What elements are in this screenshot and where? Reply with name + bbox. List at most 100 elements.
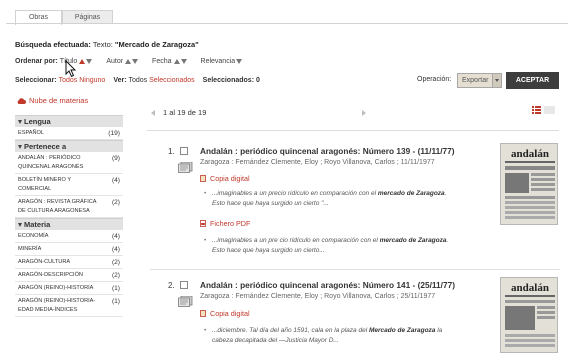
subject-cloud-link[interactable]: Nube de materias — [17, 96, 88, 105]
facet-item-count: (1) — [111, 285, 120, 292]
digital-copy-icon — [200, 310, 206, 317]
sort-descending-icon[interactable] — [180, 59, 187, 64]
sort-option-relevance-label: Relevancia — [200, 58, 236, 65]
facet-item-name: ECONOMÍA — [18, 233, 49, 239]
facet-item[interactable]: ARAGÓN : REVISTA GRÁFICA DE CULTURA ARAG… — [15, 196, 123, 218]
sort-descending-icon[interactable] — [236, 59, 243, 64]
pdf-icon — [200, 220, 206, 227]
result-thumbnail[interactable]: andalán — [500, 277, 558, 353]
result-tabs: Obras Páginas — [15, 10, 113, 25]
facet-sidebar: Lengua ESPAÑOL (19) Pertenece a ANDALÁN … — [15, 115, 123, 317]
facet-item-count: (1) — [111, 298, 120, 305]
facet-item-name: ARAGÓN (REINO)-HISTORIA — [18, 285, 94, 291]
facet-item-count: (4) — [111, 246, 120, 253]
sort-option-author-label: Autor — [106, 58, 124, 65]
result-title[interactable]: Andalán : periódico quincenal aragonés: … — [200, 146, 500, 156]
newspaper-icon — [178, 162, 193, 173]
results-pager: 1 al 19 de 19 — [147, 104, 559, 122]
digital-copy-label: Copia digital — [210, 309, 250, 318]
selected-count: 0 — [255, 77, 260, 84]
facet-item-count: (19) — [108, 130, 120, 137]
select-none-link[interactable]: Ninguno — [79, 77, 105, 84]
facet-item[interactable]: ARAGÓN (REINO)-HISTORIA-EDAD MEDIA-ÍNDIC… — [15, 295, 123, 317]
facet-item[interactable]: ARAGÓN (REINO)-HISTORIA (1) — [15, 282, 123, 295]
grid-view-icon[interactable] — [544, 106, 555, 114]
facet-header-belongs-to[interactable]: Pertenece a — [15, 140, 123, 152]
facet-header-language[interactable]: Lengua — [15, 115, 123, 127]
digital-copy-label: Copia digital — [210, 174, 250, 183]
facet-item-count: (4) — [111, 177, 120, 184]
next-page-icon[interactable] — [362, 110, 366, 116]
divider — [150, 269, 560, 270]
sort-ascending-icon[interactable] — [79, 59, 86, 64]
pdf-file-link[interactable]: Fichero PDF — [200, 219, 250, 228]
facet-item-name: ANDALÁN : PERIÓDICO QUINCENAL ARAGONÉS — [18, 155, 84, 170]
sort-descending-icon[interactable] — [132, 59, 139, 64]
sort-ascending-icon[interactable] — [125, 59, 132, 64]
view-label: Ver: — [113, 77, 127, 84]
facet-item[interactable]: ESPAÑOL (19) — [15, 127, 123, 140]
facet-item-name: ARAGÓN : REVISTA GRÁFICA DE CULTURA ARAG… — [18, 199, 97, 214]
sort-option-date[interactable]: Fecha — [152, 58, 187, 65]
sort-descending-icon[interactable] — [86, 59, 93, 64]
facet-header-label: Lengua — [24, 116, 51, 126]
facet-item-count: (4) — [111, 233, 120, 240]
operation-select[interactable]: Exportar — [457, 73, 502, 88]
facet-item-count: (9) — [111, 155, 120, 162]
facet-item-name: ARAGÓN-CULTURA — [18, 259, 71, 265]
collapse-icon — [18, 222, 22, 227]
result-author: Zaragoza : Fernández Clemente, Eloy ; Ro… — [200, 159, 435, 166]
result-snippet: • ...imaginables a un precio ridículo en … — [204, 190, 447, 207]
select-all-link[interactable]: Todos — [59, 77, 78, 84]
sort-option-author[interactable]: Autor — [106, 58, 139, 65]
sort-option-relevance[interactable]: Relevancia — [201, 58, 243, 65]
previous-page-icon[interactable] — [151, 110, 155, 116]
result-author: Zaragoza : Fernández Clemente, Eloy ; Ro… — [200, 293, 436, 300]
newspaper-thumbnail-image: andalán — [501, 144, 557, 224]
cloud-icon — [17, 97, 26, 104]
tab-pages[interactable]: Páginas — [62, 10, 113, 24]
svg-text:andalán: andalán — [511, 148, 549, 160]
search-query: "Mercado de Zaragoza" — [114, 40, 199, 49]
facet-header-label: Materia — [24, 219, 51, 229]
result-title[interactable]: Andalán : periódico quincenal aragonés: … — [200, 280, 500, 290]
selected-count-label: Seleccionados: — [202, 77, 255, 84]
facet-item-name: ARAGÓN (REINO)-HISTORIA-EDAD MEDIA-ÍNDIC… — [18, 298, 96, 313]
panel-border — [6, 23, 568, 24]
result-checkbox[interactable] — [180, 281, 188, 289]
facet-item[interactable]: ECONOMÍA (4) — [15, 230, 123, 243]
view-selected-link[interactable]: Seleccionados — [149, 77, 195, 84]
facet-item-name: MINERÍA — [18, 246, 42, 252]
result-snippet: • ...diciembre. Tal día del año 1591, cal… — [204, 327, 443, 344]
sort-ascending-icon[interactable] — [173, 59, 180, 64]
facet-item[interactable]: ARAGÓN-DESCRIPCIÓN (2) — [15, 269, 123, 282]
view-all-link[interactable]: Todos — [129, 77, 148, 84]
pdf-file-label: Fichero PDF — [210, 219, 251, 228]
pager-text: 1 al 19 de 19 — [163, 108, 207, 117]
subject-cloud-label: Nube de materias — [29, 96, 89, 105]
facet-item[interactable]: BOLETÍN MINERO Y COMERCIAL (4) — [15, 174, 123, 196]
digital-copy-link[interactable]: Copia digital — [200, 174, 250, 183]
svg-text:andalán: andalán — [511, 282, 549, 294]
list-view-icon[interactable] — [532, 106, 541, 114]
newspaper-icon — [178, 296, 193, 307]
result-thumbnail[interactable]: andalán — [500, 143, 558, 225]
operation-select-value: Exportar — [462, 77, 489, 84]
result-number: 2. — [168, 281, 175, 290]
accept-button[interactable]: ACEPTAR — [506, 72, 559, 89]
search-summary-label: Búsqueda efectuada: — [15, 40, 91, 49]
collapse-icon — [18, 119, 22, 124]
facet-item[interactable]: ANDALÁN : PERIÓDICO QUINCENAL ARAGONÉS (… — [15, 152, 123, 174]
facet-item[interactable]: ARAGÓN-CULTURA (2) — [15, 256, 123, 269]
facet-item-count: (2) — [111, 199, 120, 206]
facet-header-subject[interactable]: Materia — [15, 218, 123, 230]
mouse-cursor-icon — [65, 60, 77, 78]
facet-item[interactable]: MINERÍA (4) — [15, 243, 123, 256]
result-number: 1. — [168, 147, 175, 156]
sort-label: Ordenar por: — [15, 58, 58, 65]
result-checkbox[interactable] — [180, 147, 188, 155]
chevron-down-icon[interactable] — [492, 74, 501, 87]
facet-item-name: ARAGÓN-DESCRIPCIÓN — [18, 272, 83, 278]
facet-item-count: (2) — [111, 259, 120, 266]
digital-copy-link[interactable]: Copia digital — [200, 309, 250, 318]
